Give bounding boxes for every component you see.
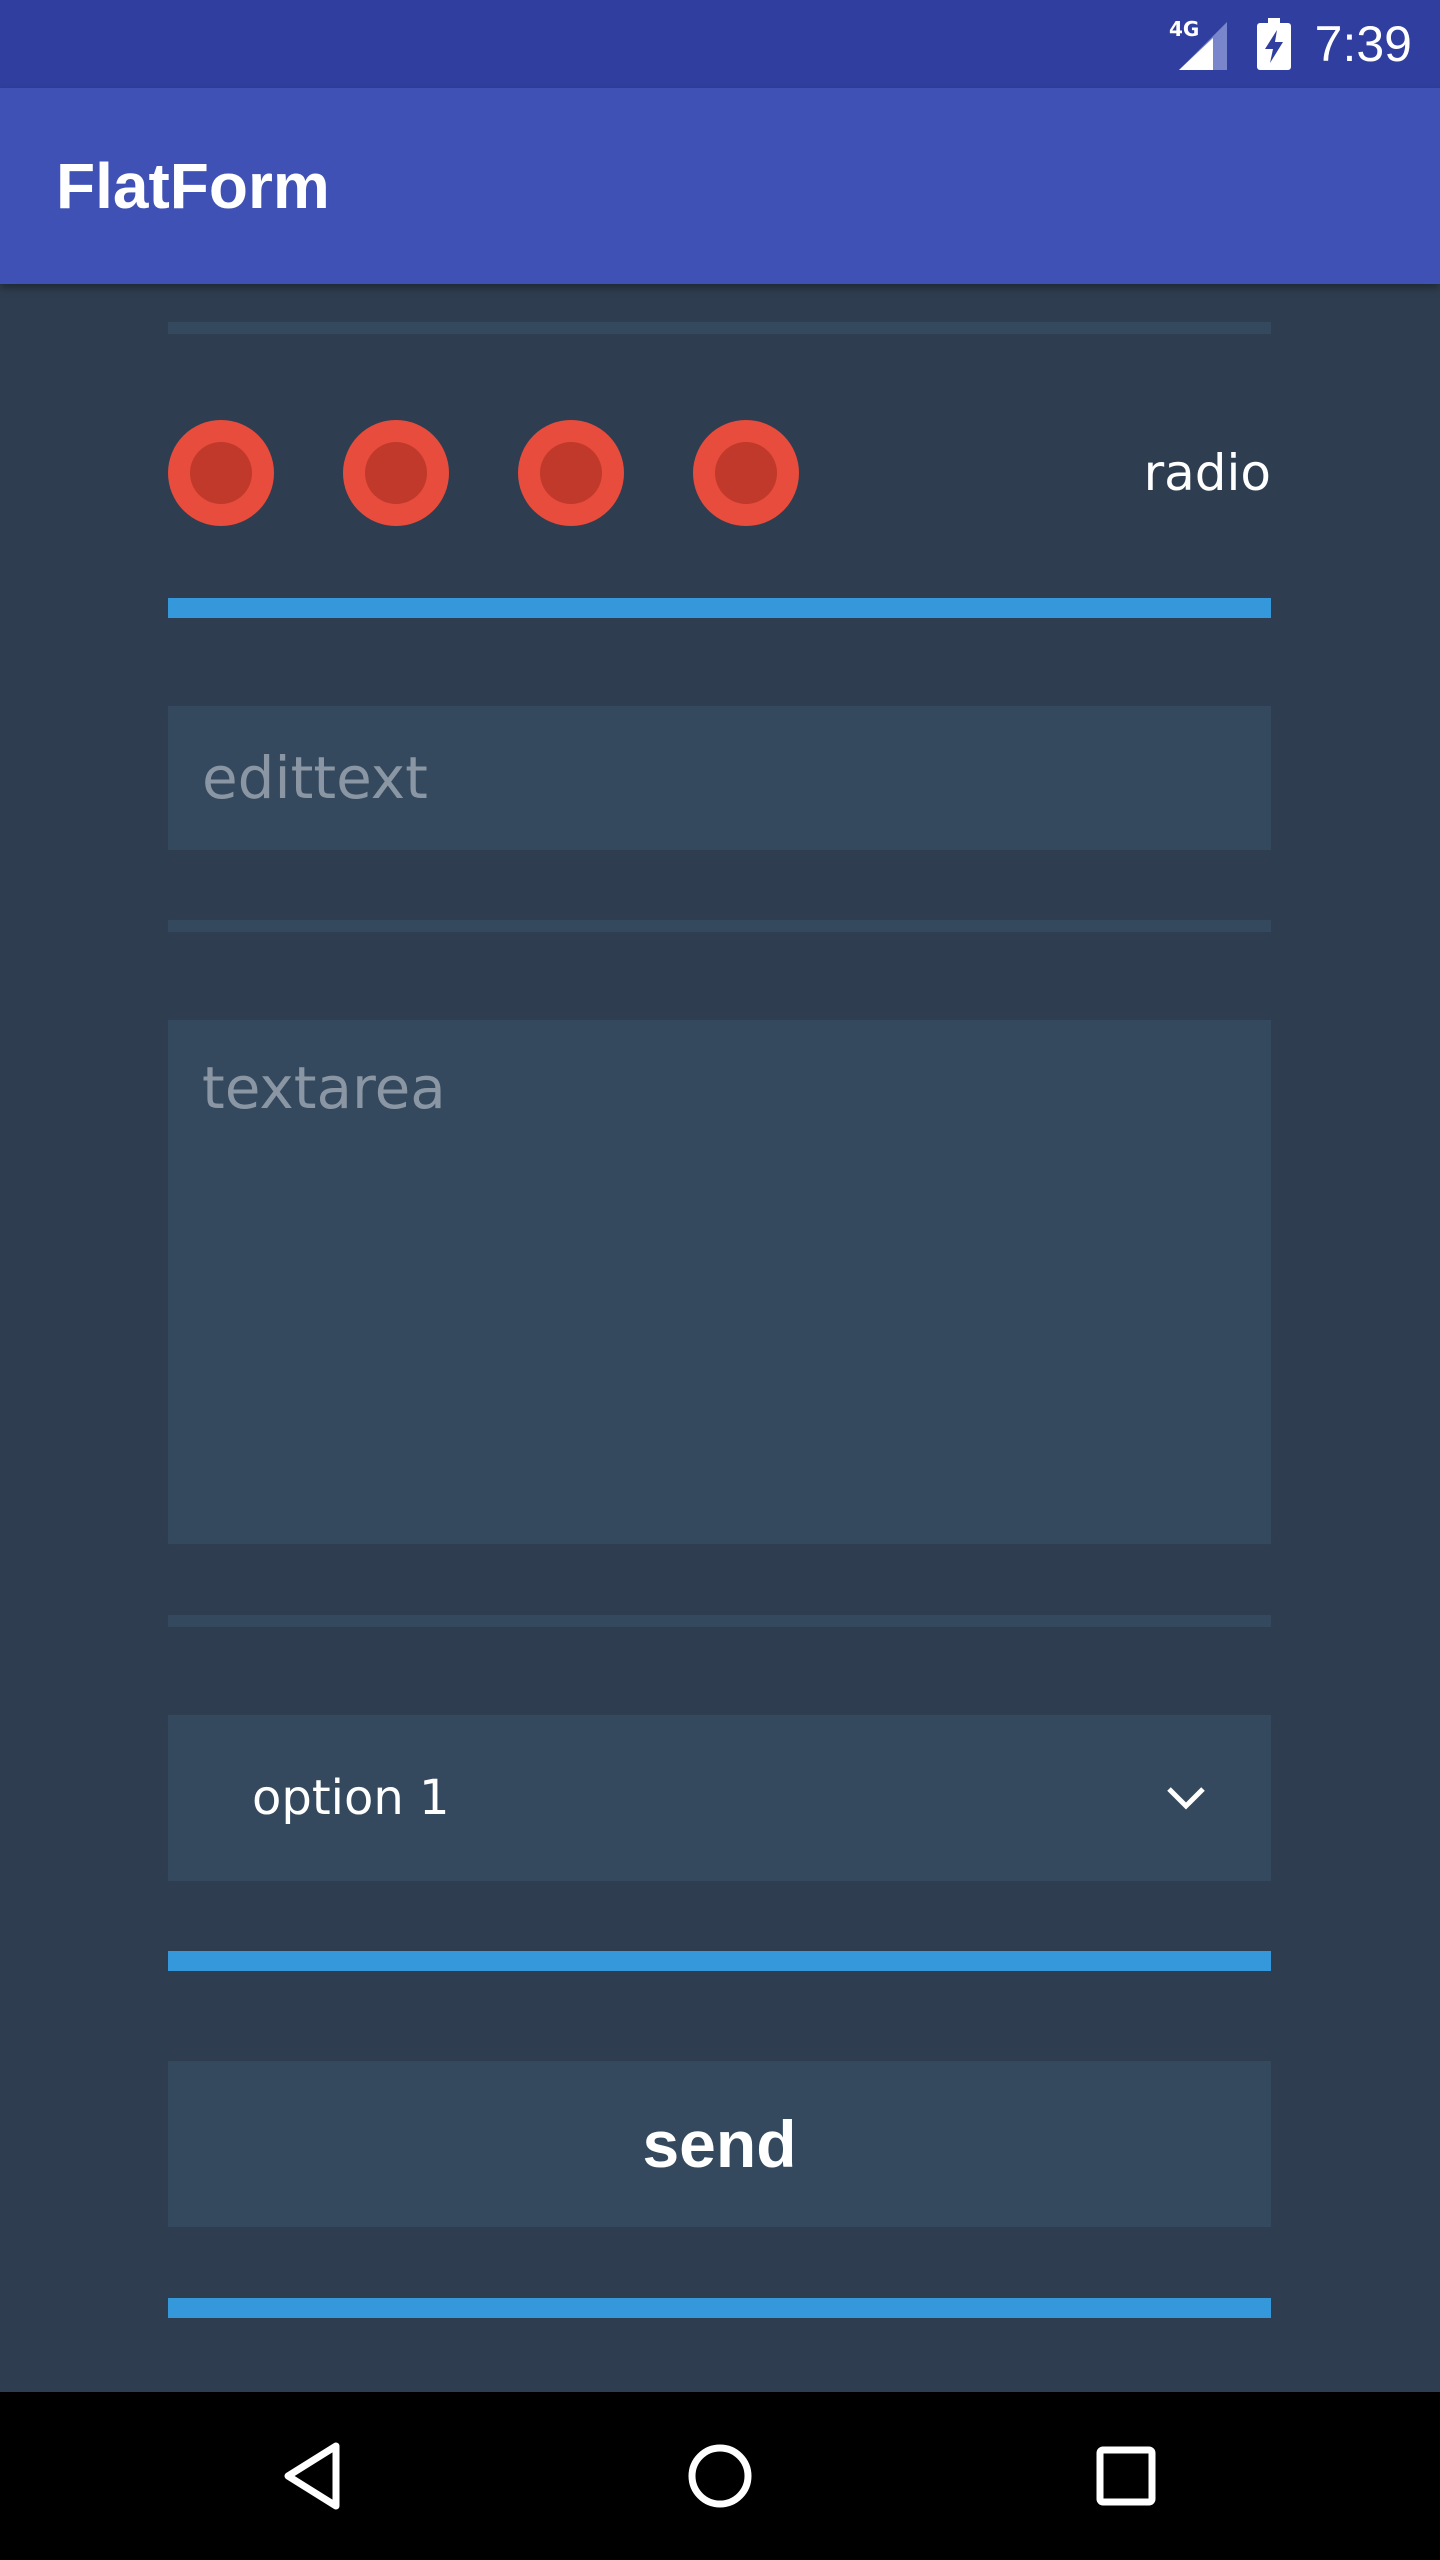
accent-divider xyxy=(168,1951,1271,1971)
radio-dot xyxy=(365,442,427,504)
app-title: FlatForm xyxy=(56,150,330,222)
textarea-input[interactable] xyxy=(168,1020,1271,1544)
radio-button-1[interactable] xyxy=(168,420,274,526)
navigation-bar xyxy=(0,2392,1440,2560)
signal-icon: 4G xyxy=(1169,17,1227,70)
radio-group: radio xyxy=(168,420,1271,530)
radio-dot xyxy=(715,442,777,504)
back-icon[interactable] xyxy=(276,2436,356,2516)
radio-label: radio xyxy=(1143,444,1271,502)
accent-divider xyxy=(168,598,1271,618)
radio-button-2[interactable] xyxy=(343,420,449,526)
option-select[interactable]: option 1 xyxy=(168,1715,1271,1881)
send-button[interactable]: send xyxy=(168,2061,1271,2227)
radio-dot xyxy=(540,442,602,504)
divider xyxy=(168,1615,1271,1627)
home-icon[interactable] xyxy=(680,2436,760,2516)
accent-divider xyxy=(168,2298,1271,2318)
status-indicators: 4G 7:39 xyxy=(1169,0,1412,88)
divider xyxy=(168,920,1271,932)
select-value: option 1 xyxy=(252,1770,450,1826)
radio-dot xyxy=(190,442,252,504)
recents-icon[interactable] xyxy=(1086,2436,1166,2516)
app-bar: FlatForm xyxy=(0,88,1440,284)
network-type-label: 4G xyxy=(1169,17,1199,41)
divider xyxy=(168,322,1271,334)
edittext-input[interactable] xyxy=(168,706,1271,850)
battery-charging-icon xyxy=(1256,18,1291,70)
radio-button-3[interactable] xyxy=(518,420,624,526)
status-time: 7:39 xyxy=(1314,16,1412,72)
status-bar: 4G 7:39 xyxy=(0,0,1440,88)
radio-button-4[interactable] xyxy=(693,420,799,526)
chevron-down-icon xyxy=(1167,1787,1205,1810)
